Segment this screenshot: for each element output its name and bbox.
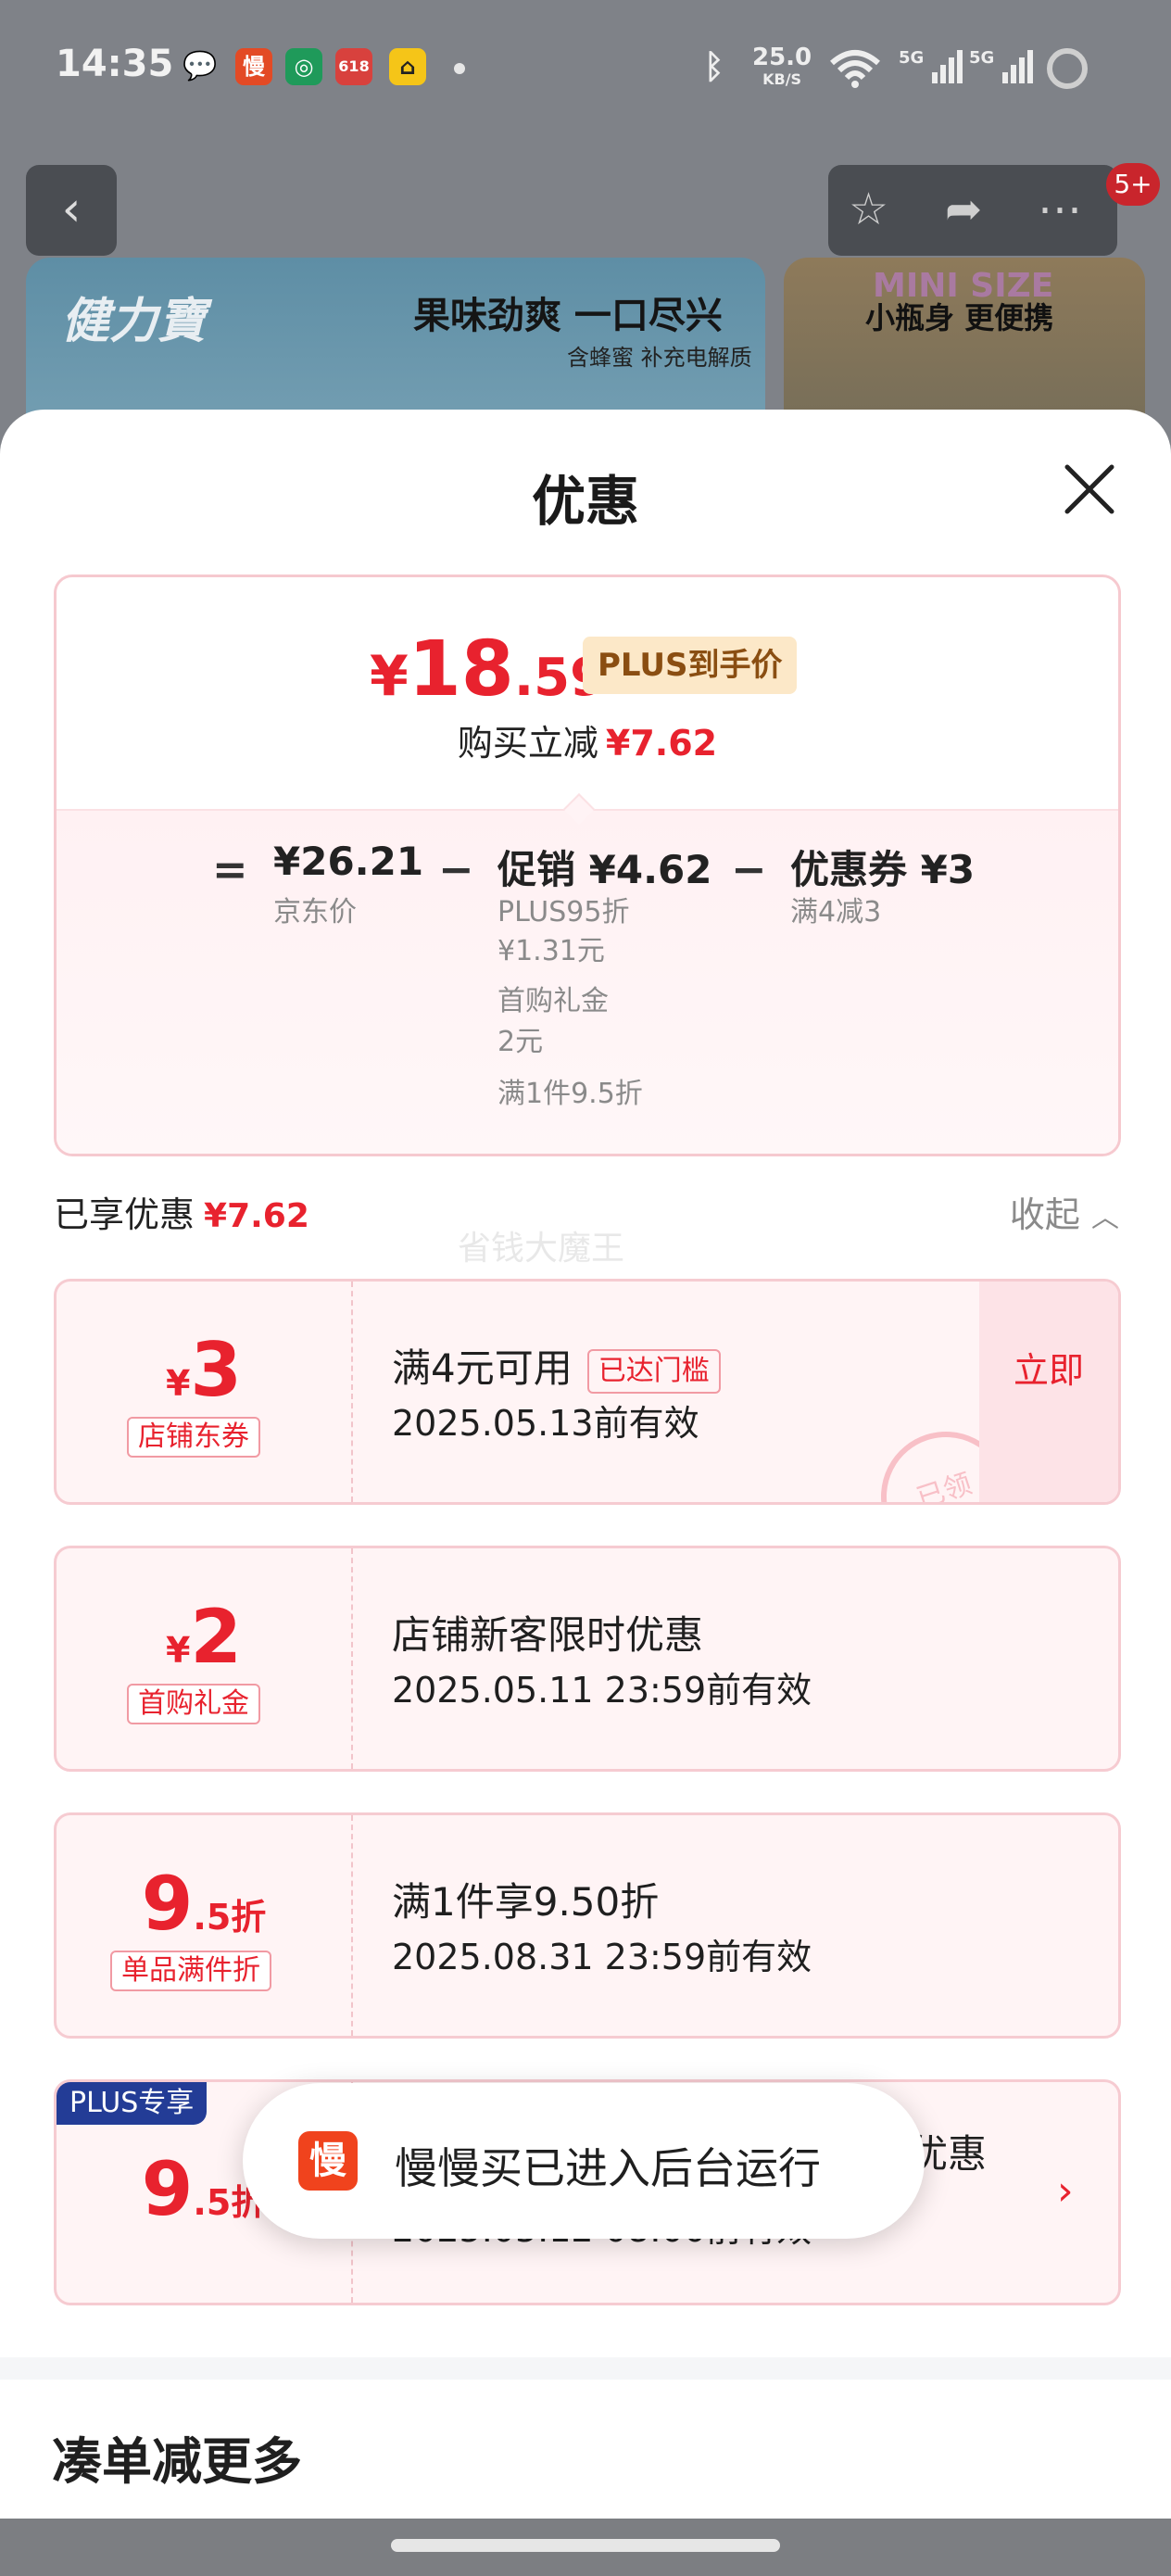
watermark: 省钱大魔王 <box>458 1230 625 1268</box>
enjoyed-label: 已享优惠 <box>54 1194 195 1235</box>
back-button[interactable]: ‹ <box>26 165 117 256</box>
wifi-icon <box>828 48 882 98</box>
minus-sign-1: − <box>438 844 474 894</box>
home-gesture-handle[interactable] <box>391 2539 780 2552</box>
notification-badge: 5+ <box>1106 163 1160 206</box>
minus-sign-2: − <box>731 844 767 894</box>
equals-sign: = <box>212 844 248 894</box>
background-product-page: 14:35 💬 慢 ◎ 618 ⌂ ᛒ 25.0 KB/S 5G 5G ‹ ☆ … <box>0 0 1171 445</box>
manmanmai-app-icon: 慢 <box>235 48 272 85</box>
use-now-button[interactable]: 立即使用 <box>979 1282 1118 1502</box>
share-icon[interactable]: ➦ <box>945 183 982 235</box>
discount-decimal: .5折 <box>193 1897 267 1938</box>
system-nav-bar <box>0 2519 1171 2576</box>
coupon-type-tag: 首购礼金 <box>127 1684 260 1724</box>
promo-total: 促销 ¥4.62 <box>497 847 712 892</box>
coupon-total: 优惠券 ¥3 <box>790 847 976 892</box>
coupon-condition: 满1件享9.50折 <box>392 1879 660 1925</box>
section-title-more-deals: 凑单减更多 <box>52 2432 302 2491</box>
coupon-value: 9.5折 <box>57 1867 351 1941</box>
promo-item: PLUS95折 <box>497 896 630 928</box>
background-run-toast: 慢 慢慢买已进入后台运行 <box>243 2083 925 2239</box>
final-price: ¥18.59 <box>370 625 606 713</box>
map-app-icon: ⌂ <box>389 48 426 85</box>
net-speed: 25.0 KB/S <box>752 44 812 91</box>
coupon-condition: 满4元可用 已达门槛 <box>392 1337 721 1394</box>
top-toolbar: ☆ ➦ ⋯ <box>828 165 1117 256</box>
promo-item: 满1件9.5折 <box>497 1078 643 1110</box>
coupon-divider <box>351 1815 353 2036</box>
coupon-value: ¥2 <box>57 1600 351 1674</box>
price-integer: 18 <box>408 625 514 713</box>
enjoyed-discount: 已享优惠 ¥7.62 <box>54 1186 309 1237</box>
promo-item: 2元 <box>497 1026 544 1058</box>
manmanmai-app-icon: 慢 <box>298 2131 358 2191</box>
coupon-currency: ¥ <box>165 1363 191 1404</box>
jd-price-label: 京东价 <box>273 896 357 928</box>
coupon-currency: ¥ <box>165 1630 191 1671</box>
discount-integer: 9 <box>141 1861 194 1947</box>
coupon-type-tag: 店铺东券 <box>127 1417 260 1458</box>
plus-exclusive-tag: PLUS专享 <box>57 2082 208 2125</box>
reduction-label: 购买立减 <box>457 723 598 764</box>
chevron-right-icon[interactable]: › <box>1057 2167 1074 2215</box>
coupon-expiry: 2025.05.13前有效 <box>392 1403 699 1444</box>
coupon-expiry: 2025.08.31 23:59前有效 <box>392 1937 812 1977</box>
close-icon[interactable] <box>1062 461 1117 517</box>
coupon-type-tag: 单品满件折 <box>110 1951 271 1991</box>
banner-left-subtitle: 含蜂蜜 补充电解质 <box>567 345 752 371</box>
promo-item: 首购礼金 <box>497 985 609 1017</box>
net-speed-unit: KB/S <box>762 70 802 88</box>
battery-icon <box>1045 46 1089 95</box>
section-divider <box>0 2357 1171 2380</box>
price-currency: ¥ <box>370 644 409 709</box>
bluetooth-icon: ᛒ <box>704 48 724 86</box>
signal-1-label: 5G <box>899 48 925 68</box>
signal-2-label: 5G <box>969 48 995 68</box>
promo-item: ¥1.31元 <box>497 935 605 967</box>
coupon-value: ¥3 <box>57 1333 351 1408</box>
jd-price: ¥26.21 <box>273 839 424 884</box>
collapse-label: 收起 <box>1009 1194 1080 1235</box>
coupon-condition: 店铺新客限时优惠 <box>392 1612 704 1658</box>
star-icon[interactable]: ☆ <box>849 183 888 235</box>
discount-integer: 9 <box>141 2146 194 2232</box>
enjoyed-amount: ¥7.62 <box>204 1197 309 1235</box>
signal-5g-2: 5G <box>969 48 1036 85</box>
instant-reduction: 购买立减 ¥7.62 <box>57 714 1118 765</box>
coupon-card[interactable]: 9.5折 单品满件折 满1件享9.50折 2025.08.31 23:59前有效 <box>54 1812 1121 2039</box>
coupon-card[interactable]: ¥2 首购礼金 店铺新客限时优惠 2025.05.11 23:59前有效 <box>54 1546 1121 1772</box>
coupon-expiry: 2025.05.11 23:59前有效 <box>392 1670 812 1711</box>
sheet-title: 优惠 <box>531 470 639 533</box>
status-time: 14:35 <box>56 43 174 85</box>
coupon-amount: 3 <box>190 1327 243 1413</box>
coupon-amount: 2 <box>190 1594 243 1680</box>
wechat-icon: 💬 <box>183 50 218 82</box>
banner-right-title: 小瓶身 更便携 <box>865 300 1054 335</box>
toast-message: 慢慢买已进入后台运行 <box>395 2143 821 2193</box>
banner-left-title: 果味劲爽 一口尽兴 <box>413 295 723 337</box>
use-now-line2: 使用 <box>979 1504 1118 1505</box>
threshold-met-badge: 已达门槛 <box>586 1348 721 1394</box>
more-icon[interactable]: ⋯ <box>1038 183 1082 235</box>
status-bar: 14:35 💬 慢 ◎ 618 ⌂ ᛒ 25.0 KB/S 5G 5G <box>0 0 1171 139</box>
coupon-condition: 满4减3 <box>790 896 882 928</box>
net-speed-value: 25.0 <box>752 44 812 71</box>
bank-app-icon: ◎ <box>285 48 322 85</box>
use-now-line1: 立即 <box>1013 1350 1084 1391</box>
signal-5g-1: 5G <box>899 48 965 85</box>
coupon-divider <box>351 1548 353 1769</box>
coupon-condition-text: 满4元可用 <box>392 1345 573 1391</box>
coupon-card[interactable]: ¥3 店铺东券 满4元可用已达门槛 2025.05.13前有效 已领 立即使用 <box>54 1279 1121 1505</box>
collapse-button[interactable]: 收起 ︿ <box>1010 1186 1119 1237</box>
reduction-amount: ¥7.62 <box>605 723 718 764</box>
discount-sheet: 优惠 ¥18.59 PLUS到手价 购买立减 ¥7.62 = ¥26.21 京东价… <box>0 410 1171 2576</box>
price-summary-box: ¥18.59 PLUS到手价 购买立减 ¥7.62 = ¥26.21 京东价 − … <box>54 575 1121 1156</box>
jd618-app-icon: 618 <box>335 48 372 85</box>
banner-brand-logo: 健力寶 <box>61 293 207 349</box>
plus-price-tag: PLUS到手价 <box>583 637 798 694</box>
coupon-divider <box>351 1282 353 1502</box>
more-notifications-dot <box>454 63 465 74</box>
chevron-up-icon: ︿ <box>1091 1202 1119 1234</box>
